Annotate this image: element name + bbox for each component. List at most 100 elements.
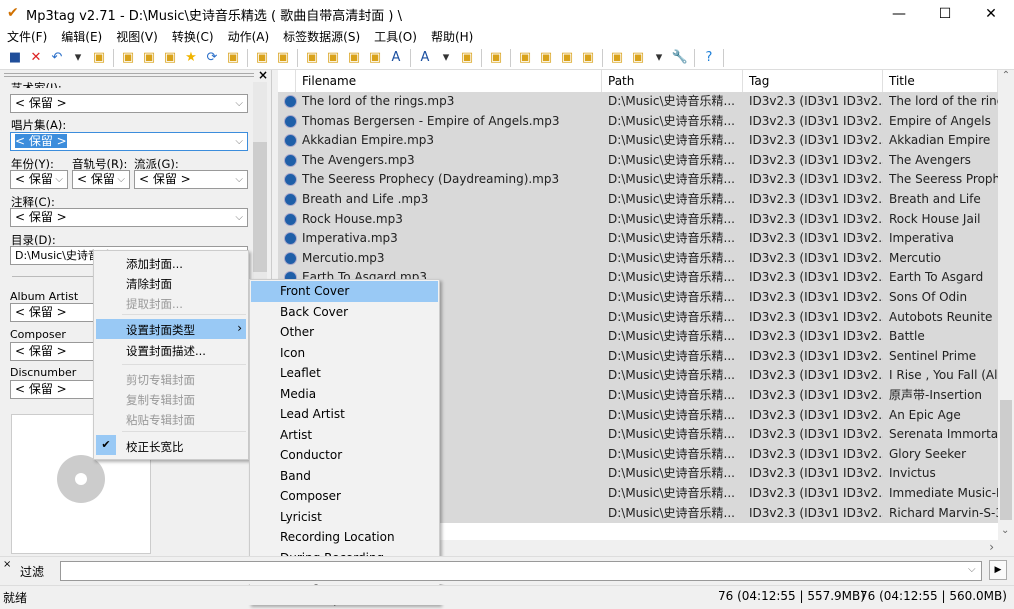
context-menu-item[interactable]: 设置封面描述... xyxy=(126,343,206,359)
cd-placeholder-icon xyxy=(57,455,105,503)
copy-tag-icon[interactable]: ▣ xyxy=(224,49,242,67)
panel-grip[interactable] xyxy=(4,73,254,77)
album-combo[interactable]: < 保留 >⌵ xyxy=(10,132,248,151)
menu-item[interactable]: 帮助(H) xyxy=(424,28,480,46)
text-tag-icon[interactable]: ▣ xyxy=(324,49,342,67)
actions-icon[interactable]: A xyxy=(416,49,434,67)
submenu-item-conductor[interactable]: Conductor xyxy=(251,445,438,466)
submenu-item-composer[interactable]: Composer xyxy=(251,486,438,507)
table-row[interactable]: The Avengers.mp3D:\Music\史诗音乐精...ID3v2.3… xyxy=(278,151,998,171)
playlist-edit-icon[interactable]: ▣ xyxy=(537,49,555,67)
autonumber-icon[interactable]: ▣ xyxy=(366,49,384,67)
column-header-filename[interactable]: Filename xyxy=(296,70,602,92)
cell-title: Breath and Life xyxy=(889,190,998,210)
open-folder-icon[interactable]: ▣ xyxy=(140,49,158,67)
tag-tag-icon[interactable]: ▣ xyxy=(345,49,363,67)
filter-dropdown-icon[interactable]: ⌵ xyxy=(968,564,976,575)
menu-item[interactable]: 标签数据源(S) xyxy=(276,28,367,46)
add-dir-icon[interactable]: ▣ xyxy=(119,49,137,67)
submenu-item-lead-artist[interactable]: Lead Artist xyxy=(251,404,438,425)
table-row[interactable]: Imperativa.mp3D:\Music\史诗音乐精...ID3v2.3 (… xyxy=(278,229,998,249)
cell-title: The Avengers xyxy=(889,151,998,171)
cell-tag: ID3v2.3 (ID3v1 ID3v2.3) xyxy=(749,210,883,230)
context-menu-item[interactable]: 添加封面... xyxy=(126,256,183,272)
web-dropdown-icon[interactable]: ▣ xyxy=(629,49,647,67)
filename-tag-icon[interactable]: ▣ xyxy=(303,49,321,67)
undo-icon[interactable]: ↶ xyxy=(48,49,66,67)
dropdown-icon[interactable]: ▾ xyxy=(69,49,87,67)
context-menu-item: 粘贴专辑封面 xyxy=(126,412,195,428)
genre-combo[interactable]: < 保留 >⌵ xyxy=(134,170,248,189)
submenu-item-media[interactable]: Media xyxy=(251,384,438,405)
minimize-button[interactable]: — xyxy=(876,0,922,28)
options-icon[interactable]: 🔧 xyxy=(671,49,689,67)
export-icon[interactable]: ▣ xyxy=(487,49,505,67)
tag-filename-icon[interactable]: ▣ xyxy=(274,49,292,67)
autonumber-wizard-icon[interactable]: ▣ xyxy=(558,49,576,67)
column-header-tag[interactable]: Tag xyxy=(743,70,883,92)
submenu-item-front-cover[interactable]: Front Cover xyxy=(251,281,438,302)
menu-item[interactable]: 动作(A) xyxy=(221,28,277,46)
cell-tag: ID3v2.3 (ID3v1 ID3v2.3) xyxy=(749,504,883,524)
menu-separator xyxy=(122,431,246,432)
menu-item[interactable]: 文件(F) xyxy=(0,28,54,46)
refresh-icon[interactable]: ⟳ xyxy=(203,49,221,67)
close-button[interactable]: ✕ xyxy=(968,0,1014,28)
menu-item[interactable]: 转换(C) xyxy=(165,28,221,46)
web-source-icon[interactable]: ▣ xyxy=(608,49,626,67)
cell-path: D:\Music\史诗音乐精... xyxy=(608,151,743,171)
table-row[interactable]: The Seeress Prophecy (Daydreaming).mp3D:… xyxy=(278,170,998,190)
table-row[interactable]: Breath and Life .mp3D:\Music\史诗音乐精...ID3… xyxy=(278,190,998,210)
submenu-item-band[interactable]: Band xyxy=(251,466,438,487)
submenu-item-icon[interactable]: Icon xyxy=(251,343,438,364)
column-header-title[interactable]: Title xyxy=(883,70,998,92)
context-menu-item[interactable]: 设置封面类型 xyxy=(126,322,195,338)
extended-tags-icon[interactable]: ▣ xyxy=(458,49,476,67)
submenu-item-leaflet[interactable]: Leaflet xyxy=(251,363,438,384)
maximize-button[interactable]: ☐ xyxy=(922,0,968,28)
comment-combo[interactable]: < 保留 >⌵ xyxy=(10,208,248,227)
submenu-item-artist[interactable]: Artist xyxy=(251,425,438,446)
paste-tag-icon[interactable]: ▣ xyxy=(253,49,271,67)
submenu-item-lyricist[interactable]: Lyricist xyxy=(251,507,438,528)
submenu-item-other[interactable]: Other xyxy=(251,322,438,343)
table-row[interactable]: Mercutio.mp3D:\Music\史诗音乐精...ID3v2.3 (ID… xyxy=(278,249,998,269)
filter-input[interactable] xyxy=(60,561,982,581)
panel-close-button[interactable]: × xyxy=(258,68,268,82)
artist-combo[interactable]: < 保留 >⌵ xyxy=(10,94,248,113)
filter-apply-button[interactable]: ▶ xyxy=(989,560,1007,580)
context-menu-item[interactable]: 校正长宽比 xyxy=(126,439,184,455)
playlist-icon[interactable]: ▣ xyxy=(161,49,179,67)
mp3-file-icon xyxy=(284,193,297,206)
menu-separator xyxy=(122,364,246,365)
table-row[interactable]: The lord of the rings.mp3D:\Music\史诗音乐精.… xyxy=(278,92,998,112)
context-menu-item[interactable]: 清除封面 xyxy=(126,276,172,292)
dropdown-icon[interactable]: ▾ xyxy=(437,49,455,67)
status-selected: 76 (04:12:55 | 557.9MB) xyxy=(718,589,865,603)
scrollbar-thumb[interactable] xyxy=(1000,400,1012,520)
dropdown-icon[interactable]: ▾ xyxy=(650,49,668,67)
delete-icon[interactable]: ✕ xyxy=(27,49,45,67)
favorite-icon[interactable]: ★ xyxy=(182,49,200,67)
cell-title: Invictus xyxy=(889,464,998,484)
submenu-item-recording-location[interactable]: Recording Location xyxy=(251,527,438,548)
menu-item[interactable]: 工具(O) xyxy=(367,28,424,46)
column-header-path[interactable]: Path xyxy=(602,70,743,92)
playlist-create-icon[interactable]: ▣ xyxy=(516,49,534,67)
case-convert-icon[interactable]: A xyxy=(387,49,405,67)
add-folder-icon[interactable]: ▣ xyxy=(90,49,108,67)
save-icon[interactable]: ■ xyxy=(6,49,24,67)
list-vertical-scrollbar[interactable]: ⌃ ⌄ xyxy=(998,70,1014,540)
cell-path: D:\Music\史诗音乐精... xyxy=(608,406,743,426)
menu-item[interactable]: 视图(V) xyxy=(109,28,165,46)
table-row[interactable]: Rock House.mp3D:\Music\史诗音乐精...ID3v2.3 (… xyxy=(278,210,998,230)
table-row[interactable]: Thomas Bergersen - Empire of Angels.mp3D… xyxy=(278,112,998,132)
menu-item[interactable]: 编辑(E) xyxy=(54,28,109,46)
table-row[interactable]: Akkadian Empire.mp3D:\Music\史诗音乐精...ID3v… xyxy=(278,131,998,151)
help-icon[interactable]: ? xyxy=(700,49,718,67)
submenu-item-back-cover[interactable]: Back Cover xyxy=(251,302,438,323)
year-combo[interactable]: < 保留⌵ xyxy=(10,170,68,189)
track-combo[interactable]: < 保留⌵ xyxy=(72,170,130,189)
freedb-icon[interactable]: ▣ xyxy=(579,49,597,67)
filter-close-button[interactable]: × xyxy=(3,559,11,570)
